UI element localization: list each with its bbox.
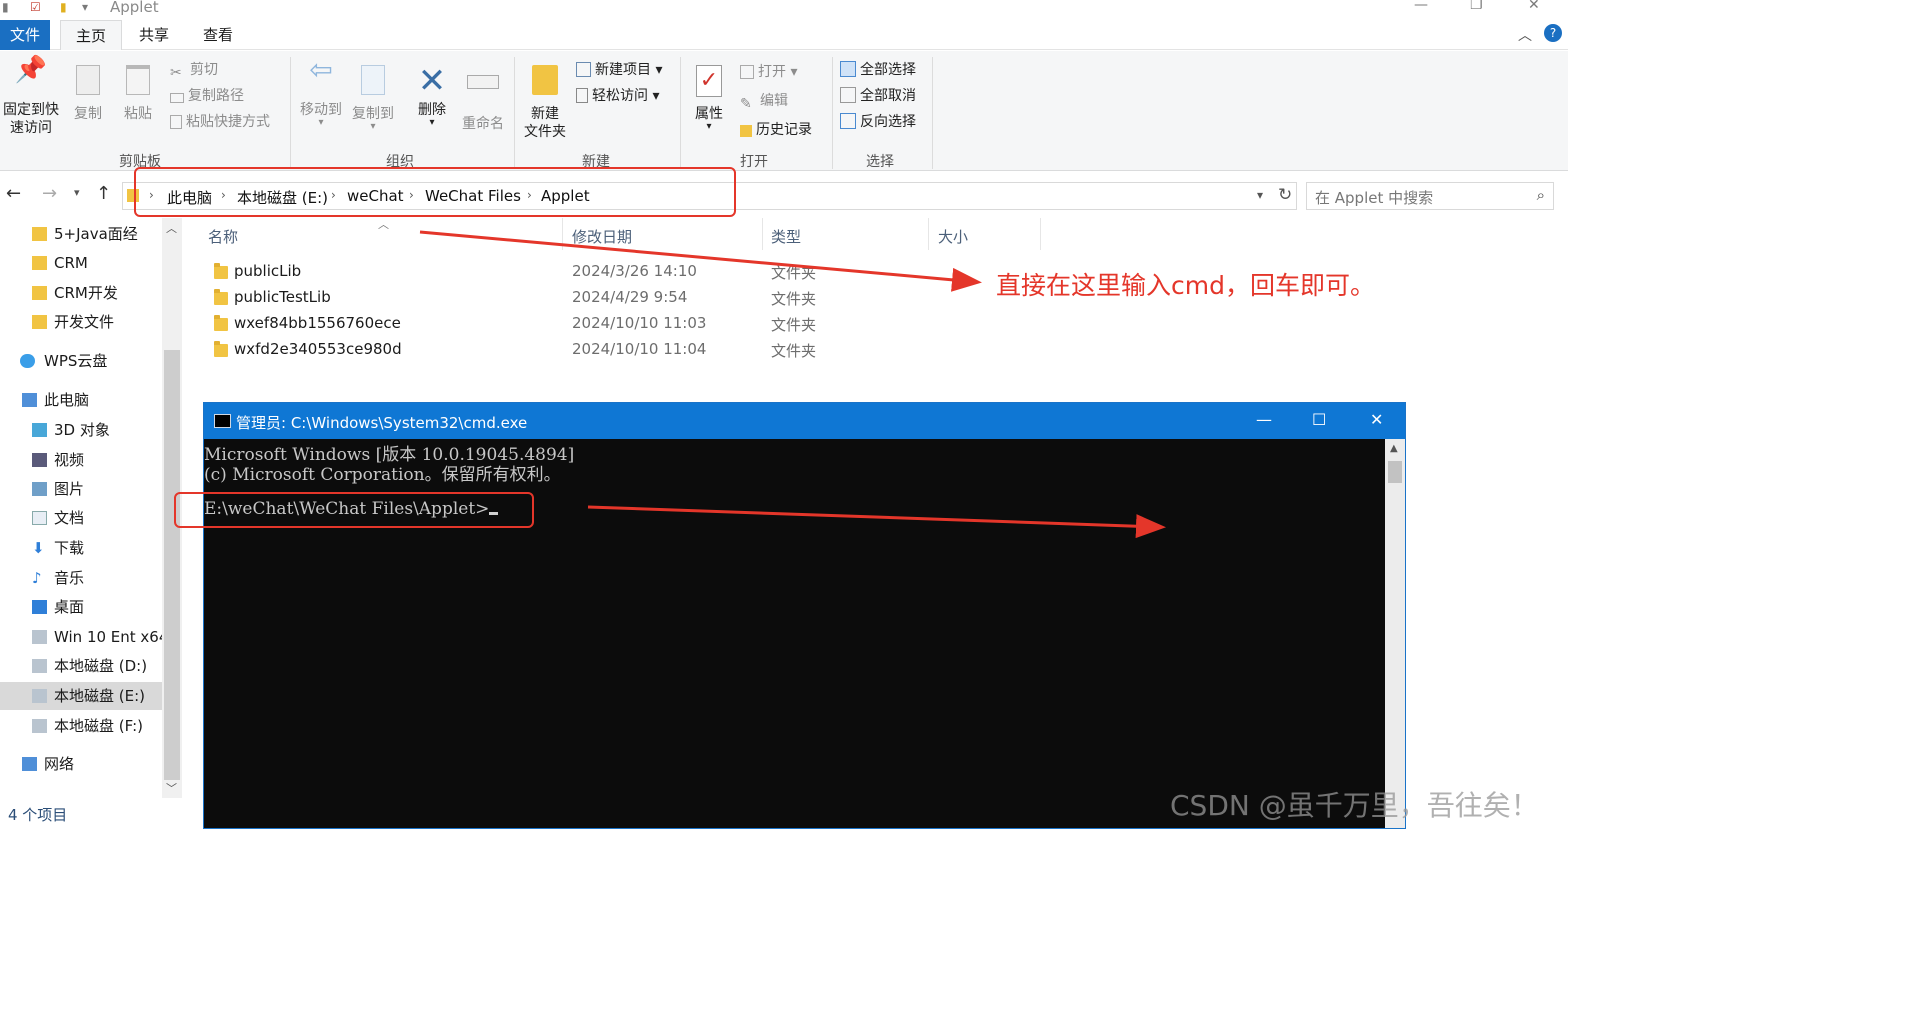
- arrow-to-prompt: [587, 505, 1166, 539]
- screen: ▮ ☑ ▮ ▾ Applet — ❐ ✕ 文件 主页 共享 查看 ︿ ? 📌 固…: [0, 0, 1568, 829]
- annotation-arrows: [419, 230, 1166, 539]
- annotation-note: 直接在这里输入cmd，回车即可。: [996, 271, 1375, 300]
- arrow-to-address-bar: [419, 230, 982, 292]
- csdn-watermark: CSDN @虽千万里，吾往矣！: [1170, 789, 1539, 822]
